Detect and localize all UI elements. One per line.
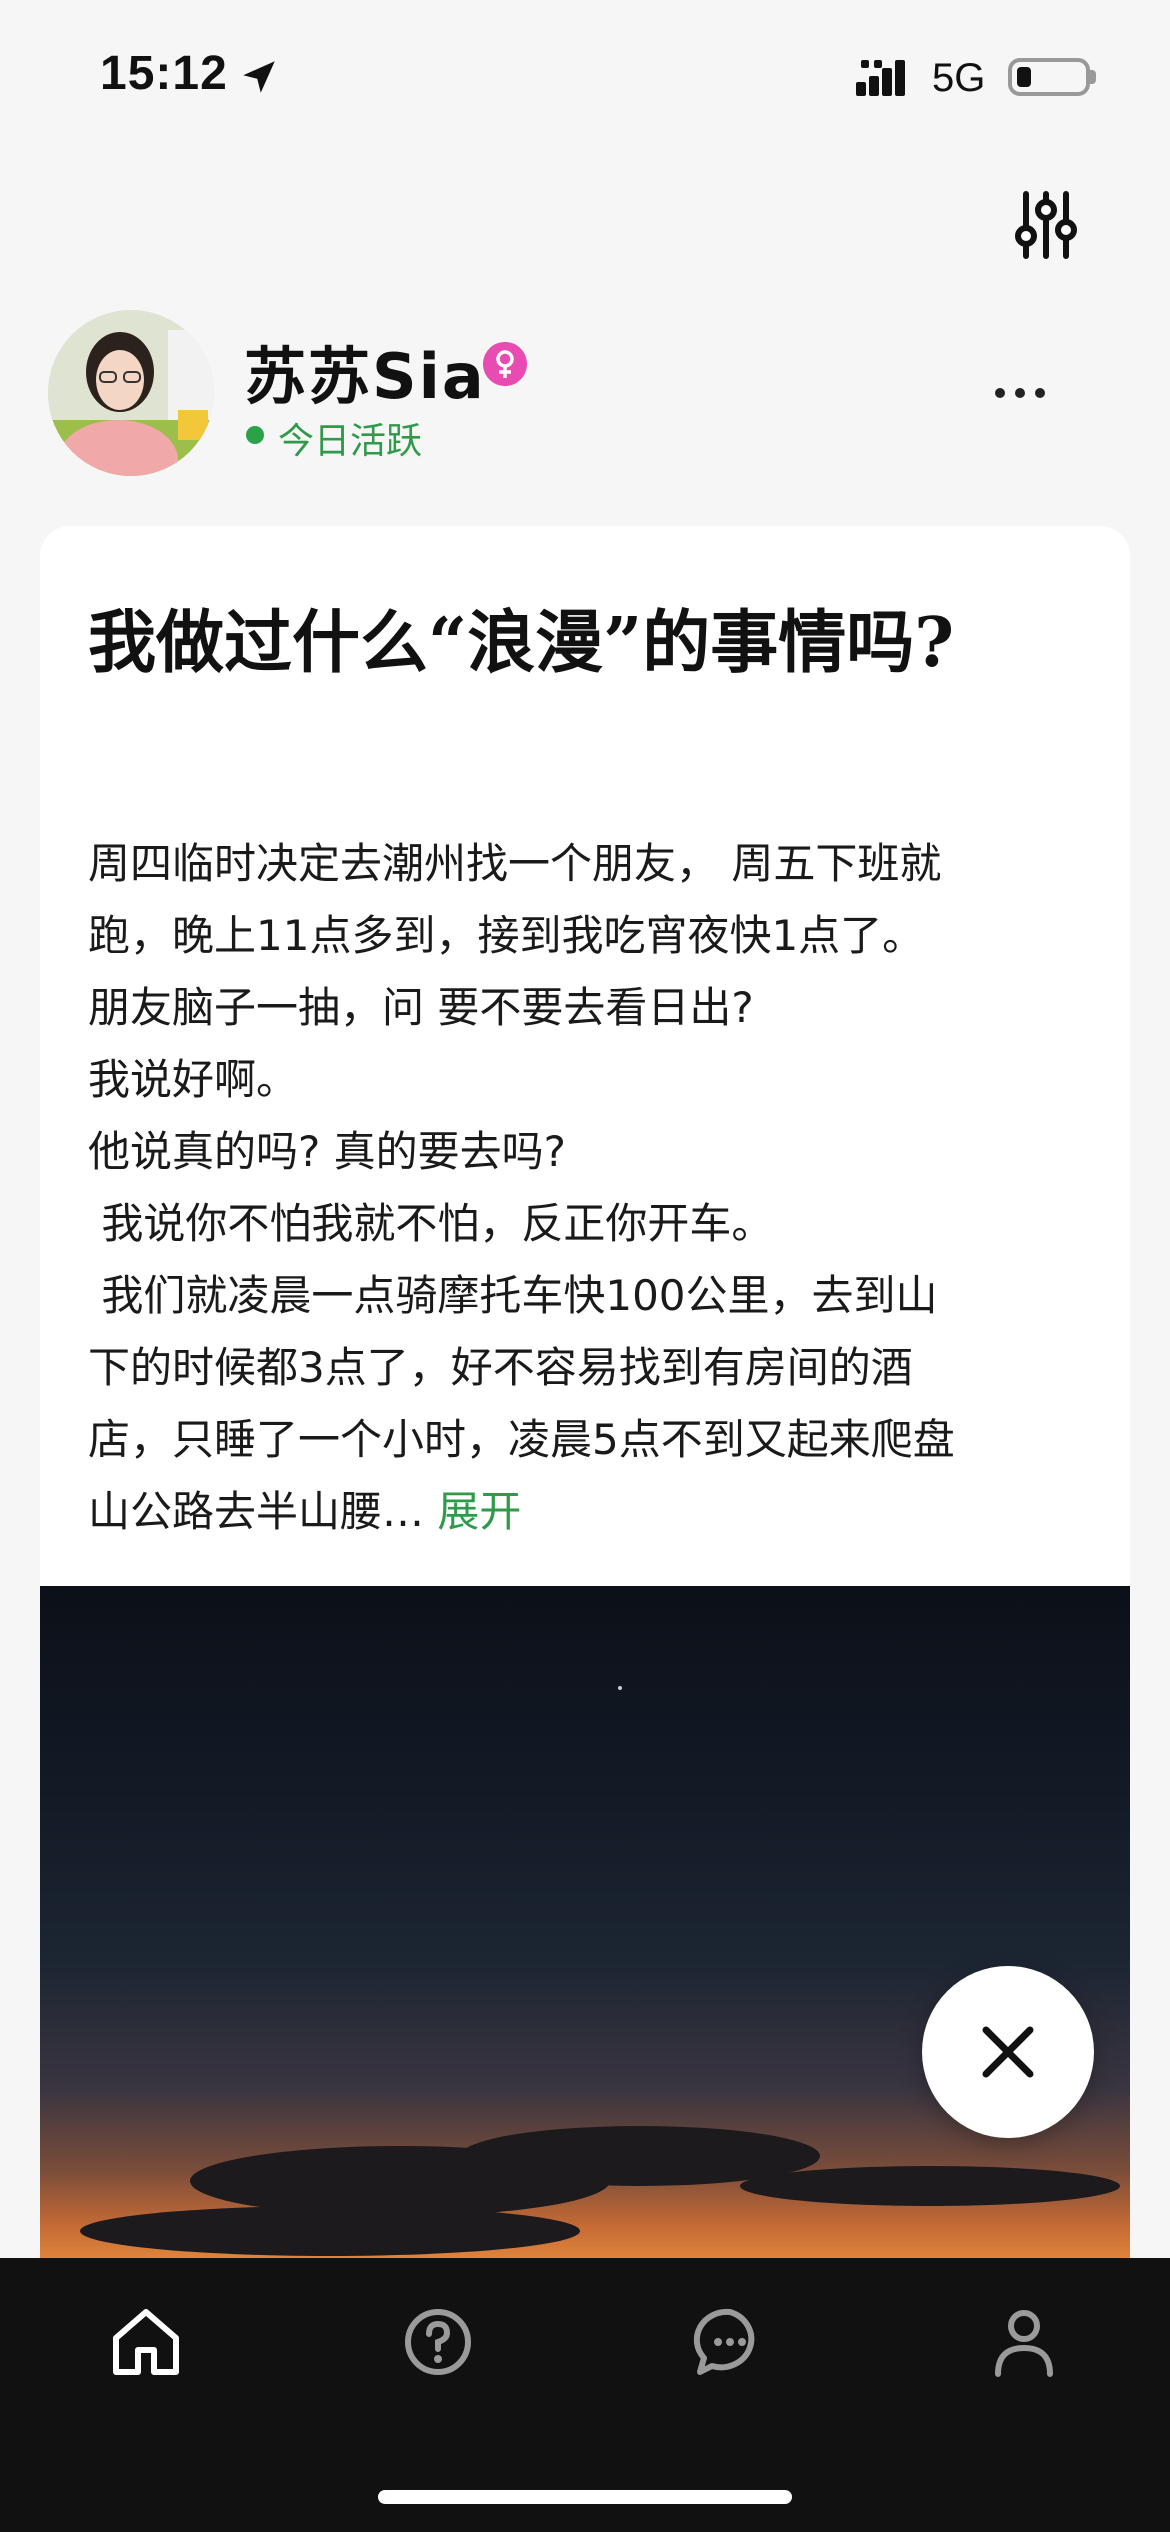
- post-line: 朋友脑子一抽，问 要不要去看日出?: [88, 983, 754, 1032]
- active-status-dot: [246, 426, 264, 444]
- profile-icon[interactable]: [984, 2302, 1064, 2382]
- post-line: 下的时候都3点了，好不容易找到有房间的酒: [88, 1343, 913, 1392]
- sunrise-sky-photo[interactable]: [40, 1586, 1130, 2266]
- home-indicator: [378, 2490, 792, 2504]
- home-icon[interactable]: [106, 2302, 186, 2382]
- location-arrow-icon: [243, 61, 275, 93]
- sliders-icon[interactable]: [1014, 190, 1078, 260]
- battery-icon: [1008, 58, 1090, 96]
- status-time: 15:12: [100, 47, 228, 100]
- chat-icon[interactable]: [690, 2302, 770, 2382]
- network-label: 5G: [932, 56, 986, 100]
- status-bar: 15:12 5G: [0, 0, 1170, 150]
- signal-bars-icon: [856, 60, 905, 96]
- active-status-label: 今日活跃: [278, 421, 423, 462]
- post-line: 店，只睡了一个小时，凌晨5点不到又起来爬盘: [88, 1415, 955, 1464]
- post-line: 我们就凌晨一点骑摩托车快100公里，去到山: [88, 1271, 938, 1320]
- avatar[interactable]: [48, 310, 214, 476]
- question-icon[interactable]: [398, 2302, 478, 2382]
- female-icon: [483, 342, 527, 386]
- cloud: [740, 2166, 1120, 2206]
- post-line-text: 山公路去半山腰…: [88, 1487, 438, 1536]
- more-dots-icon[interactable]: [995, 378, 1051, 408]
- close-button[interactable]: [922, 1966, 1094, 2138]
- expand-link[interactable]: 展开: [437, 1487, 521, 1536]
- post-title: 我做过什么“浪漫”的事情吗?: [88, 603, 955, 683]
- post-line: 他说真的吗? 真的要去吗?: [88, 1127, 566, 1176]
- cloud: [80, 2206, 580, 2256]
- battery-cap: [1090, 70, 1096, 84]
- post-line: 我说你不怕我就不怕，反正你开车。: [88, 1199, 774, 1248]
- post-line-last: 山公路去半山腰… 展开: [88, 1476, 1098, 1548]
- user-name[interactable]: 苏苏Sia: [244, 326, 486, 416]
- post-line: 跑，晚上11点多到，接到我吃宵夜快1点了。: [88, 911, 925, 960]
- post-body: 周四临时决定去潮州找一个朋友， 周五下班就 跑，晚上11点多到，接到我吃宵夜快1…: [88, 828, 1098, 1548]
- close-icon: [982, 2026, 1034, 2078]
- post-line: 我说好啊。: [88, 1055, 299, 1104]
- post-line: 周四临时决定去潮州找一个朋友， 周五下班就: [88, 839, 942, 888]
- star: [618, 1686, 622, 1690]
